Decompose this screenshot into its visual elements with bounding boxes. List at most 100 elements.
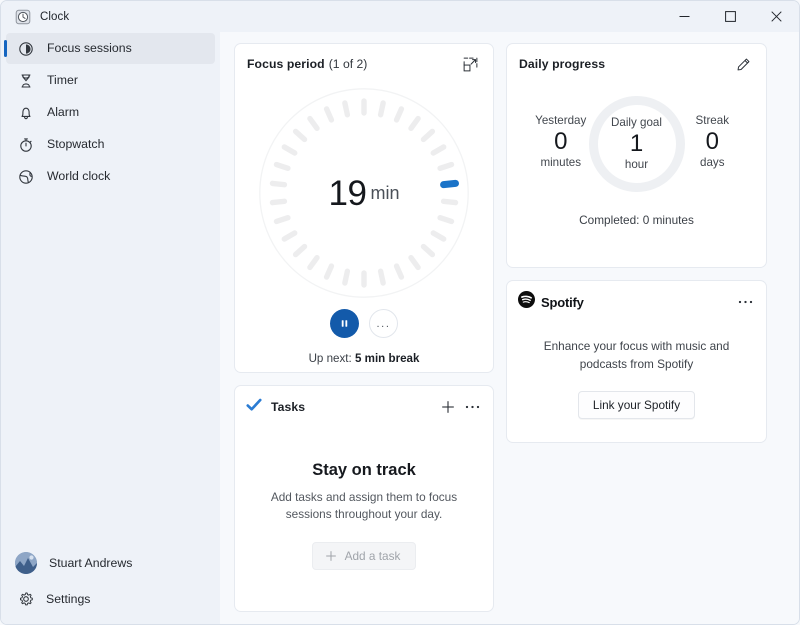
minimize-icon [679, 16, 689, 17]
more-icon [738, 300, 752, 304]
tasks-empty-description: Add tasks and assign them to focus sessi… [270, 490, 458, 522]
app-body: Focus sessions Timer Alarm Stopwatch Wor… [1, 32, 799, 624]
dial-tick [281, 230, 298, 242]
pause-icon [341, 320, 348, 327]
gear-icon [18, 591, 34, 607]
focus-period-title: Focus period [247, 57, 325, 71]
mini-view-button[interactable] [458, 52, 482, 76]
sidebar-item-stopwatch[interactable]: Stopwatch [6, 129, 215, 160]
spotify-description: Enhance your focus with music and podcas… [543, 339, 730, 371]
dial-tick [323, 263, 335, 280]
up-next-label: Up next: [308, 352, 352, 365]
dial-tick [437, 161, 455, 171]
dial-tick [440, 198, 459, 206]
spotify-body: Enhance your focus with music and podcas… [507, 338, 766, 420]
link-spotify-button[interactable]: Link your Spotify [577, 391, 696, 420]
stat-yesterday: Yesterday 0 minutes [533, 96, 589, 169]
title-bar-left: Clock [1, 1, 69, 32]
dial-tick [292, 243, 308, 258]
sidebar-item-world-clock[interactable]: World clock [6, 161, 215, 192]
account-name: Stuart Andrews [49, 556, 133, 570]
sidebar-item-timer[interactable]: Timer [6, 65, 215, 96]
tasks-card: Tasks Stay on track Add tasks and assign… [234, 385, 494, 612]
tasks-empty-state: Stay on track Add tasks and assign them … [235, 461, 493, 571]
hourglass-icon [18, 73, 34, 89]
maximize-button[interactable] [707, 1, 753, 32]
more-icon [465, 405, 479, 409]
dial-tick-active [440, 179, 459, 189]
dial-tick [269, 180, 288, 188]
window-controls [661, 1, 799, 32]
dial-tick [430, 230, 447, 242]
sidebar-item-label: Timer [47, 73, 78, 88]
left-column: Focus period (1 of 2) 19 min ... Up next… [234, 43, 494, 612]
dial-tick [292, 128, 308, 143]
sidebar-item-label: Stopwatch [47, 137, 105, 152]
stat-streak: Streak 0 days [685, 96, 741, 169]
daily-goal-value: 1 [629, 129, 644, 157]
spotify-logo-icon [518, 291, 535, 313]
tasks-check-icon [246, 397, 262, 418]
plus-icon [325, 551, 336, 561]
focus-timer-dial[interactable]: 19 min [258, 87, 470, 299]
add-task-icon-button[interactable] [436, 395, 460, 419]
close-button[interactable] [753, 1, 799, 32]
dial-tick [393, 106, 405, 123]
settings-label: Settings [46, 592, 91, 606]
main-content: Focus period (1 of 2) 19 min ... Up next… [220, 32, 799, 624]
daily-progress-stats: Yesterday 0 minutes Daily goal 1 hour St… [507, 96, 766, 192]
stat-unit: minutes [540, 156, 582, 170]
sidebar-item-label: Focus sessions [47, 41, 132, 56]
stat-value: 0 [554, 127, 568, 155]
spotify-more-button[interactable] [733, 290, 757, 314]
dial-tick [377, 268, 386, 286]
daily-goal-unit: hour [624, 158, 649, 172]
spotify-brand: Spotify [518, 291, 584, 313]
dial-tick [342, 100, 351, 118]
completed-text: Completed: 0 minutes [579, 213, 694, 227]
sidebar-item-settings[interactable]: Settings [6, 582, 215, 616]
minimize-button[interactable] [661, 1, 707, 32]
spotify-name: Spotify [541, 294, 584, 310]
close-icon [770, 11, 782, 22]
sidebar-item-focus-sessions[interactable]: Focus sessions [4, 33, 215, 64]
dial-tick [408, 255, 421, 271]
tasks-header: Tasks [235, 386, 493, 419]
stat-value: 0 [705, 127, 719, 155]
dial-ticks [269, 98, 459, 288]
bell-icon [18, 105, 34, 121]
add-a-task-button[interactable]: Add a task [311, 542, 417, 571]
dial-tick [307, 115, 320, 131]
sidebar-bottom: Stuart Andrews Settings [1, 546, 220, 624]
tasks-more-button[interactable] [460, 395, 484, 419]
daily-progress-header: Daily progress [507, 44, 766, 74]
app-title: Clock [40, 10, 70, 23]
sidebar-item-alarm[interactable]: Alarm [6, 97, 215, 128]
avatar [15, 552, 37, 574]
spotify-header: Spotify [507, 281, 766, 314]
focus-sessions-icon [18, 41, 34, 57]
spotify-card: Spotify Enhance your focus with music an… [506, 280, 767, 443]
pause-button[interactable] [330, 309, 359, 338]
edit-daily-goal-button[interactable] [731, 52, 755, 76]
focus-controls: ... [235, 309, 493, 338]
focus-period-card: Focus period (1 of 2) 19 min ... Up next… [234, 43, 494, 373]
stat-label: Yesterday [535, 114, 587, 127]
dial-tick [273, 161, 291, 171]
clock-app-window: Clock Focus sessions Timer Alarm Stopwat… [0, 0, 800, 625]
clock-app-icon [15, 9, 31, 24]
focus-timer-dial-svg [259, 88, 469, 298]
sidebar-item-label: World clock [47, 169, 111, 184]
dial-tick [430, 144, 447, 156]
dial-tick [393, 263, 405, 280]
sidebar-nav: Focus sessions Timer Alarm Stopwatch Wor… [1, 33, 220, 192]
stopwatch-icon [18, 137, 34, 153]
dial-tick [377, 100, 386, 118]
focus-more-button[interactable]: ... [369, 309, 398, 338]
sidebar-item-account[interactable]: Stuart Andrews [6, 546, 215, 580]
focus-period-header: Focus period (1 of 2) [235, 44, 493, 74]
focus-period-subtitle: (1 of 2) [328, 57, 368, 71]
sidebar-item-label: Alarm [47, 105, 80, 120]
dial-tick [342, 268, 351, 286]
